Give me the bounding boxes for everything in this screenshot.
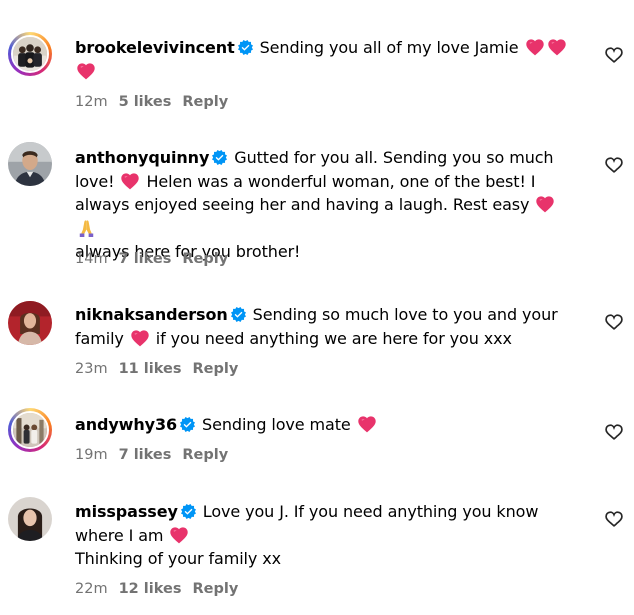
comment-body: brookelevivincent Sending you all of my … bbox=[75, 36, 575, 83]
timestamp: 19m bbox=[75, 447, 108, 463]
reply-button[interactable]: Reply bbox=[182, 251, 228, 267]
like-heart-icon[interactable] bbox=[604, 155, 624, 175]
timestamp: 23m bbox=[75, 361, 108, 377]
reply-button[interactable]: Reply bbox=[182, 447, 228, 463]
comment-meta: 14m 7 likes Reply bbox=[75, 251, 239, 267]
like-heart-icon[interactable] bbox=[604, 312, 624, 332]
likes-count[interactable]: 7 likes bbox=[119, 447, 172, 463]
comment-text: Sending you all of my love Jamie bbox=[259, 38, 519, 57]
comment-body: anthonyquinny Gutted for you all. Sendin… bbox=[75, 146, 575, 264]
comment-meta: 19m 7 likes Reply bbox=[75, 447, 239, 463]
avatar[interactable] bbox=[8, 497, 52, 541]
reply-button[interactable]: Reply bbox=[182, 94, 228, 110]
heart-emoji-icon bbox=[131, 330, 149, 347]
heart-emoji-icon bbox=[358, 416, 376, 433]
comment-text: always enjoyed seeing her and having a l… bbox=[75, 195, 530, 214]
likes-count[interactable]: 12 likes bbox=[119, 581, 182, 597]
username[interactable]: anthonyquinny bbox=[75, 148, 209, 167]
reply-button[interactable]: Reply bbox=[192, 361, 238, 377]
username[interactable]: misspassey bbox=[75, 502, 178, 521]
like-heart-icon[interactable] bbox=[604, 509, 624, 529]
comment-body: andywhy36 Sending love mate bbox=[75, 413, 575, 437]
likes-count[interactable]: 5 likes bbox=[119, 94, 172, 110]
likes-count[interactable]: 11 likes bbox=[119, 361, 182, 377]
comment-text: Thinking of your family xx bbox=[75, 549, 281, 568]
comment-meta: 23m 11 likes Reply bbox=[75, 361, 249, 377]
comment-text: Sending so much love to you and your bbox=[252, 305, 558, 324]
likes-count[interactable]: 7 likes bbox=[119, 251, 172, 267]
comment-meta: 12m 5 likes Reply bbox=[75, 94, 239, 110]
avatar[interactable] bbox=[8, 301, 52, 345]
avatar[interactable] bbox=[8, 408, 52, 452]
comment-text: if you need anything we are here for you… bbox=[155, 328, 512, 348]
like-heart-icon[interactable] bbox=[604, 45, 624, 65]
comment-body: niknaksanderson Sending so much love to … bbox=[75, 303, 575, 350]
like-heart-icon[interactable] bbox=[604, 422, 624, 442]
avatar[interactable] bbox=[8, 32, 52, 76]
reply-button[interactable]: Reply bbox=[192, 581, 238, 597]
comment-text: Gutted for you all. Sending you so much bbox=[234, 148, 554, 167]
username[interactable]: brookelevivincent bbox=[75, 38, 235, 57]
timestamp: 22m bbox=[75, 581, 108, 597]
heart-emoji-icon bbox=[548, 39, 566, 56]
verified-badge-icon bbox=[181, 504, 196, 519]
heart-emoji-icon bbox=[121, 173, 139, 190]
comment-text: Sending love mate bbox=[202, 415, 351, 434]
verified-badge-icon bbox=[212, 150, 227, 165]
timestamp: 14m bbox=[75, 251, 108, 267]
comment-text: Love you J. If you need anything you kno… bbox=[202, 502, 539, 521]
username[interactable]: niknaksanderson bbox=[75, 305, 228, 324]
comment-text: family bbox=[75, 328, 124, 348]
timestamp: 12m bbox=[75, 94, 108, 110]
heart-emoji-icon bbox=[77, 63, 95, 80]
heart-emoji-icon bbox=[526, 39, 544, 56]
comment-text: Helen was a wonderful woman, one of the … bbox=[146, 171, 536, 191]
comment-body: misspassey Love you J. If you need anyth… bbox=[75, 500, 575, 571]
heart-emoji-icon bbox=[170, 527, 188, 544]
verified-badge-icon bbox=[231, 307, 246, 322]
comment-text: love! bbox=[75, 171, 115, 191]
verified-badge-icon bbox=[180, 417, 195, 432]
folded-hands-emoji-icon bbox=[77, 218, 96, 237]
comment-text: where I am bbox=[75, 525, 164, 545]
username[interactable]: andywhy36 bbox=[75, 415, 177, 434]
avatar[interactable] bbox=[8, 142, 52, 186]
heart-emoji-icon bbox=[536, 196, 554, 213]
verified-badge-icon bbox=[238, 40, 253, 55]
comment-meta: 22m 12 likes Reply bbox=[75, 581, 249, 597]
